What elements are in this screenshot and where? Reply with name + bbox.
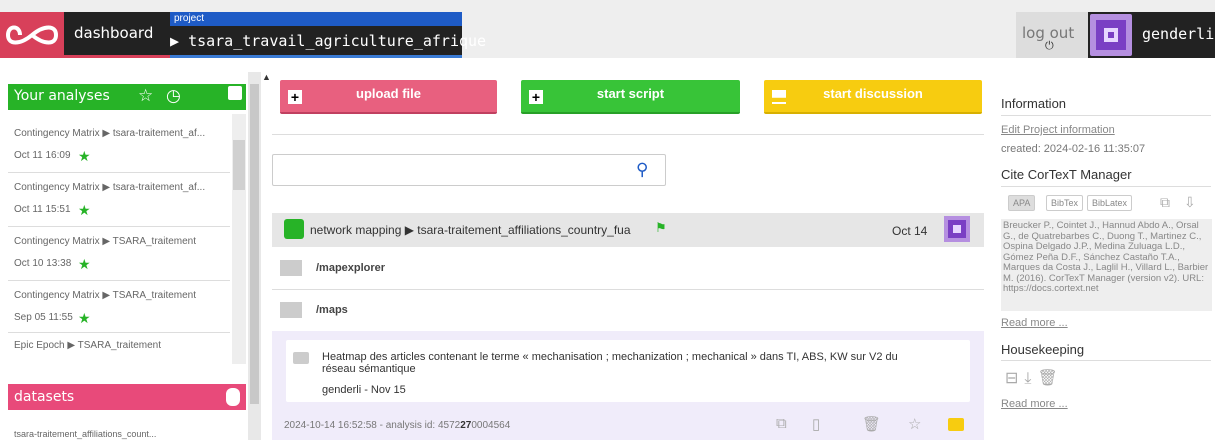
project-tag: project [170, 12, 462, 26]
trash-icon[interactable]: 🗑 [862, 415, 881, 433]
file-icon[interactable]: ▯ [812, 415, 820, 433]
caret-right-icon: ▶ [170, 32, 189, 50]
project-name-text: tsara_travail_agriculture_afrique [188, 32, 487, 50]
analysis-item-title[interactable]: Contingency Matrix ▶ TSARA_traitement [14, 290, 224, 301]
upload-file-label: upload file [356, 86, 421, 101]
chat-icon[interactable] [948, 418, 964, 431]
download-icon[interactable]: ⤓ [1024, 370, 1037, 387]
dashboard-link[interactable]: dashboard [74, 24, 153, 42]
scroll-up-arrow-icon[interactable]: ▲ [262, 72, 271, 82]
analysis-result-date: Oct 14 [892, 224, 928, 238]
trash-icon[interactable]: 🗑 [1037, 370, 1063, 387]
citation-text: Breucker P., Cointet J., Hannud Abdo A.,… [1001, 219, 1212, 311]
analysis-id-bold: 27 [460, 420, 472, 431]
power-icon: ⏻ [1045, 40, 1054, 52]
cite-apa-button[interactable]: APA [1008, 195, 1036, 211]
cite-bibtex-button[interactable]: BibTex [1046, 195, 1084, 211]
flag-icon[interactable]: ⚑ [655, 220, 667, 236]
analysis-id-rest: 0004564 [471, 420, 511, 431]
project-name[interactable]: ▶ tsara_travail_agriculture_afrique [170, 32, 486, 50]
search-icon[interactable]: ⚲ [636, 160, 648, 180]
avatar [944, 216, 970, 242]
dashboard-underline [0, 55, 170, 58]
cite-biblatex-button[interactable]: BibLatex [1087, 195, 1133, 211]
upload-file-button[interactable]: + upload file [280, 80, 497, 114]
star-icon[interactable]: ☆ [908, 415, 921, 433]
start-script-button[interactable]: + start script [521, 80, 740, 114]
plus-icon: + [529, 90, 543, 104]
divider [1001, 360, 1211, 361]
copy-icon[interactable]: ⧉ [776, 415, 787, 432]
folder-icon [280, 260, 302, 276]
infinity-icon [5, 25, 59, 45]
read-more-link[interactable]: Read more ... [1001, 317, 1068, 329]
archive-icon[interactable]: ⊟ [1005, 370, 1024, 387]
star-filter-icon[interactable]: ☆ [138, 86, 153, 106]
dataset-item[interactable]: tsara-traitement_affiliations_count... [14, 429, 156, 439]
analysis-meta-text: 2024-10-14 16:52:58 - analysis id: 4572 [284, 420, 461, 431]
housekeeping-actions: ⊟⤓🗑 [1005, 368, 1064, 388]
analysis-item-date: Oct 11 16:09 ★ [14, 148, 91, 164]
copy-icon[interactable]: ⧉ [1160, 194, 1170, 211]
cortext-logo[interactable] [0, 12, 64, 58]
star-icon[interactable]: ★ [78, 256, 91, 273]
analysis-item-date: Oct 10 13:38 ★ [14, 256, 91, 272]
robot-icon [284, 219, 304, 239]
start-discussion-button[interactable]: ▬ start discussion [764, 80, 982, 114]
history-icon[interactable]: ◷ [166, 86, 181, 106]
housekeeping-title: Housekeeping [1001, 342, 1085, 357]
avatar-pattern [1096, 20, 1126, 50]
project-underline [170, 55, 462, 58]
analyses-title: Your analyses [14, 88, 110, 104]
download-icon[interactable]: ⇩ [1184, 194, 1196, 211]
robot-icon[interactable] [228, 86, 242, 100]
divider [8, 332, 230, 333]
divider [8, 280, 230, 281]
edit-project-link[interactable]: Edit Project information [1001, 124, 1115, 136]
divider [8, 226, 230, 227]
chat-icon: ▬ [772, 89, 786, 105]
analysis-item-title[interactable]: Contingency Matrix ▶ tsara-traitement_af… [14, 128, 224, 139]
comment-icon [293, 352, 309, 364]
information-title: Information [1001, 96, 1067, 111]
start-discussion-label: start discussion [823, 86, 923, 101]
star-icon[interactable]: ★ [78, 148, 91, 165]
user-name[interactable]: genderli [1142, 25, 1214, 43]
plus-icon: + [288, 90, 302, 104]
start-script-label: start script [596, 86, 665, 101]
created-date: created: 2024-02-16 11:35:07 [1001, 143, 1146, 155]
folder-row[interactable]: /mapexplorer [272, 248, 984, 290]
search-input[interactable] [272, 154, 666, 186]
database-icon[interactable] [226, 388, 240, 406]
comment-meta: genderli - Nov 15 [322, 384, 406, 396]
folder-row[interactable]: /maps [272, 290, 984, 332]
avatar[interactable] [1090, 14, 1132, 56]
divider [8, 172, 230, 173]
star-icon[interactable]: ★ [78, 310, 91, 327]
datasets-title: datasets [14, 389, 75, 405]
divider [1001, 115, 1211, 116]
avatar-pattern [948, 220, 966, 238]
folder-icon [280, 302, 302, 318]
analyses-scroll-thumb[interactable] [233, 140, 245, 190]
analysis-result-title[interactable]: network mapping ▶ tsara-traitement_affil… [310, 223, 631, 237]
analysis-meta: 2024-10-14 16:52:58 - analysis id: 45722… [284, 420, 510, 431]
cite-title: Cite CorTexT Manager [1001, 167, 1132, 182]
divider [272, 134, 984, 135]
analysis-item-title[interactable]: Contingency Matrix ▶ tsara-traitement_af… [14, 182, 224, 193]
star-icon[interactable]: ★ [78, 202, 91, 219]
sidebar-scroll-thumb[interactable] [250, 84, 259, 404]
divider [1001, 186, 1211, 187]
analysis-item-date: Sep 05 11:55 ★ [14, 310, 91, 326]
analysis-item-title[interactable]: Contingency Matrix ▶ TSARA_traitement [14, 236, 224, 247]
folder-name[interactable]: /maps [316, 304, 348, 316]
analysis-item-date: Oct 11 15:51 ★ [14, 202, 91, 218]
comment-text: Heatmap des articles contenant le terme … [322, 351, 898, 375]
analysis-item-title[interactable]: Epic Epoch ▶ TSARA_traitement [14, 340, 224, 351]
folder-name[interactable]: /mapexplorer [316, 262, 385, 274]
read-more-link[interactable]: Read more ... [1001, 398, 1068, 410]
